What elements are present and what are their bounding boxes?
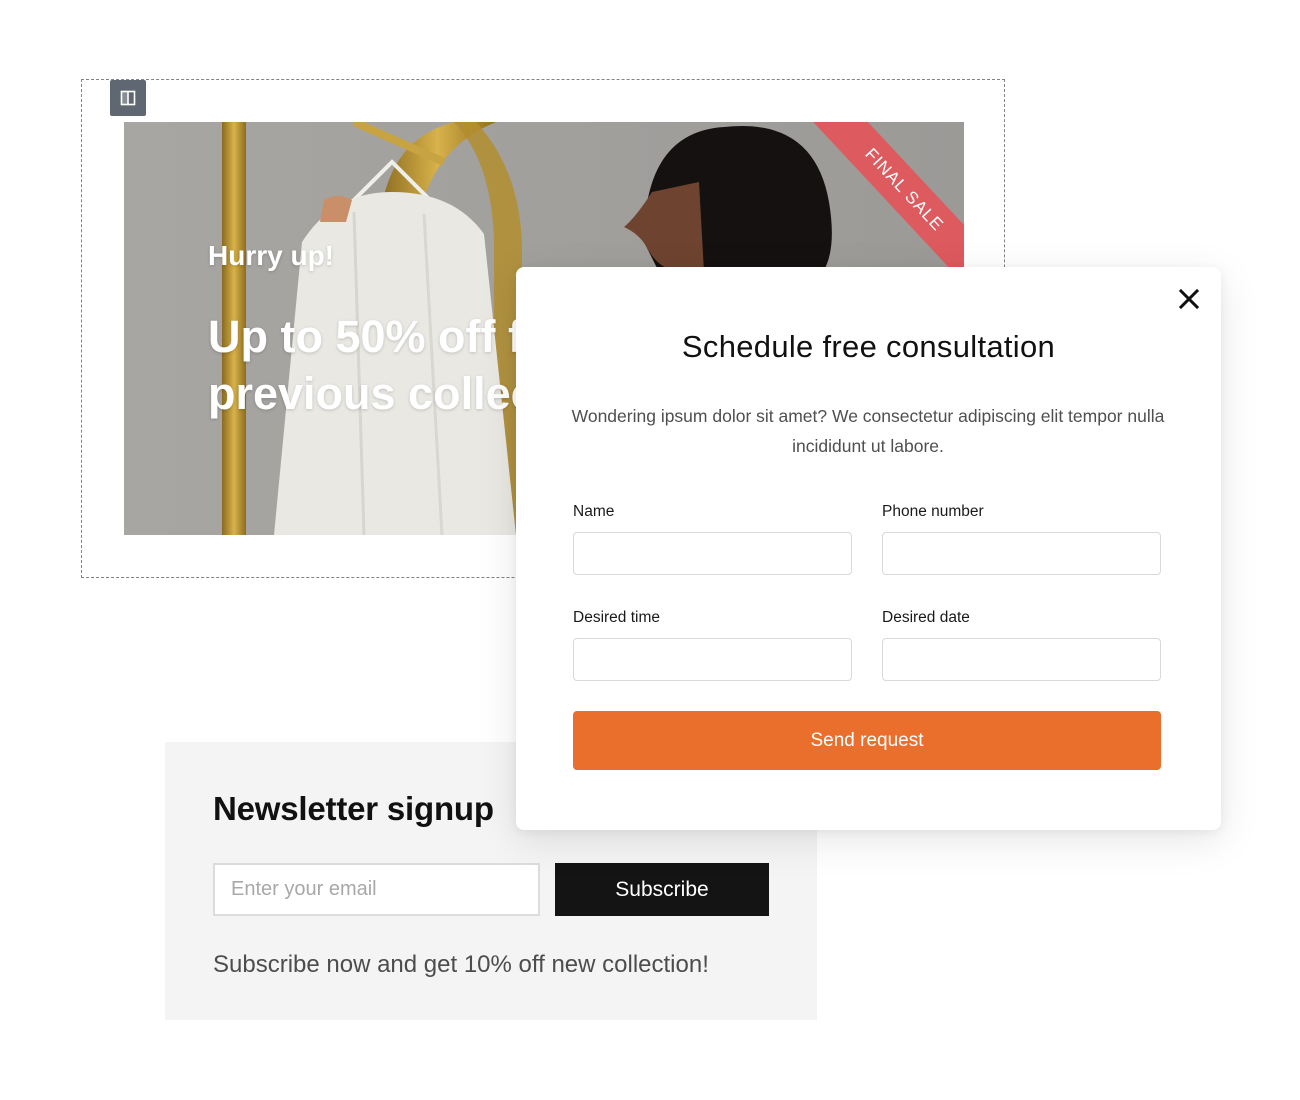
- phone-field[interactable]: [882, 532, 1161, 575]
- time-label: Desired time: [573, 609, 660, 626]
- time-field[interactable]: [573, 638, 852, 681]
- email-input[interactable]: [213, 863, 540, 916]
- name-label: Name: [573, 503, 615, 520]
- consultation-modal: Schedule free consultation Wondering ips…: [516, 267, 1221, 830]
- send-request-button[interactable]: Send request: [573, 711, 1161, 770]
- sale-ribbon: FINAL SALE: [794, 122, 964, 272]
- date-field[interactable]: [882, 638, 1161, 681]
- banner-eyebrow: Hurry up!: [208, 240, 334, 271]
- newsletter-title: Newsletter signup: [213, 790, 494, 827]
- modal-description: Wondering ipsum dolor sit amet? We conse…: [571, 406, 1165, 456]
- name-field[interactable]: [573, 532, 852, 575]
- block-layout-handle[interactable]: [110, 80, 146, 116]
- modal-title: Schedule free consultation: [681, 329, 1056, 364]
- newsletter-note: Subscribe now and get 10% off new collec…: [213, 951, 709, 978]
- close-icon[interactable]: [1176, 286, 1202, 312]
- subscribe-button[interactable]: Subscribe: [555, 863, 769, 916]
- banner-headline-text: Up to 50% off f previous collec: [208, 311, 536, 419]
- phone-label: Phone number: [882, 503, 984, 520]
- sale-ribbon-label: FINAL SALE: [800, 122, 964, 272]
- date-label: Desired date: [882, 609, 970, 626]
- columns-layout-icon: [120, 90, 136, 106]
